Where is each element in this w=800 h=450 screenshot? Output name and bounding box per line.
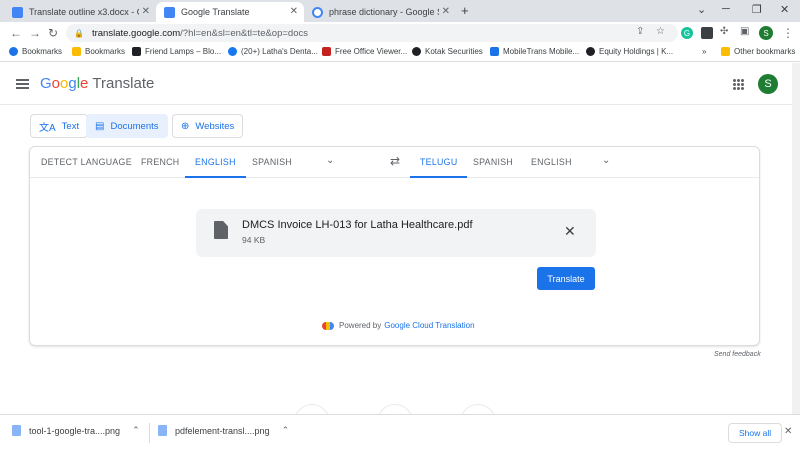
- chevron-down-icon[interactable]: ⌄: [326, 155, 334, 166]
- account-avatar[interactable]: S: [758, 74, 778, 94]
- translate-icon: [164, 6, 175, 18]
- translate-button[interactable]: Translate: [537, 267, 595, 290]
- address-bar[interactable]: 🔒 translate.google.com/?hl=en&sl=en&tl=t…: [66, 24, 678, 42]
- mode-documents-button[interactable]: ▤ Documents: [86, 114, 168, 138]
- mobiletrans-icon: [490, 47, 499, 56]
- minimize-icon[interactable]: ─: [722, 3, 730, 15]
- tab-strip: Translate outline x3.docx - Google ✕ Goo…: [0, 0, 800, 22]
- downloads-shelf: tool-1-google-tra....png ⌃ pdfelement-tr…: [0, 414, 800, 450]
- apps-grid-icon[interactable]: [733, 79, 744, 90]
- remove-file-icon[interactable]: ✕: [564, 223, 576, 240]
- language-bar: DETECT LANGUAGE FRENCH ENGLISH SPANISH ⌄…: [30, 147, 759, 178]
- lamp-icon: [132, 47, 141, 56]
- tab-docs[interactable]: Translate outline x3.docx - Google ✕: [4, 2, 156, 22]
- app-header: Google Translate S: [0, 63, 800, 105]
- bookmark-item[interactable]: Free Office Viewer...: [322, 47, 407, 56]
- logo-letter: g: [68, 75, 77, 92]
- chevron-down-icon[interactable]: ⌄: [602, 155, 610, 166]
- google-cloud-icon: [322, 321, 334, 330]
- google-icon: [312, 6, 323, 18]
- source-lang-spanish[interactable]: SPANISH: [242, 147, 302, 178]
- logo-letter: G: [40, 75, 52, 92]
- uploaded-file-card: DMCS Invoice LH-013 for Latha Healthcare…: [196, 209, 596, 257]
- profile-avatar[interactable]: S: [759, 26, 773, 40]
- bookmark-item[interactable]: MobileTrans Mobile...: [490, 47, 579, 56]
- bookmark-item[interactable]: Bookmarks: [9, 47, 62, 56]
- chevron-up-icon[interactable]: ⌃: [132, 425, 140, 436]
- google-translate-logo[interactable]: Google Translate: [40, 75, 154, 92]
- show-all-button[interactable]: Show all: [728, 423, 783, 443]
- kotak-icon: [412, 47, 421, 56]
- close-icon[interactable]: ✕: [784, 426, 792, 437]
- back-icon[interactable]: ←: [10, 26, 22, 40]
- close-icon[interactable]: ✕: [142, 6, 150, 17]
- chevron-down-icon[interactable]: ⌄: [697, 3, 706, 16]
- star-icon[interactable]: ☆: [656, 26, 665, 37]
- bookmarks-bar: Bookmarks Bookmarks Friend Lamps – Blo..…: [0, 44, 800, 62]
- download-item[interactable]: pdfelement-transl....png ⌃: [158, 425, 289, 436]
- document-icon: ▤: [95, 120, 105, 132]
- google-cloud-translation-link[interactable]: Google Cloud Translation: [384, 321, 474, 330]
- close-icon[interactable]: ✕: [290, 6, 298, 17]
- equity-icon: [586, 47, 595, 56]
- lock-icon: 🔒: [74, 28, 84, 38]
- divider: [149, 423, 150, 443]
- bookmark-item[interactable]: Equity Holdings | K...: [586, 47, 673, 56]
- restore-icon[interactable]: ❐: [752, 3, 762, 16]
- tab-google-translate[interactable]: Google Translate ✕: [156, 2, 304, 22]
- globe-icon: ⊕: [181, 120, 190, 132]
- download-item[interactable]: tool-1-google-tra....png ⌃: [12, 425, 140, 436]
- grammarly-icon[interactable]: G: [681, 27, 693, 39]
- target-lang-telugu[interactable]: TELUGU: [410, 147, 468, 178]
- tab-google-search[interactable]: phrase dictionary - Google Search ✕: [304, 2, 456, 22]
- logo-letter: o: [51, 75, 61, 92]
- forward-icon[interactable]: →: [29, 26, 41, 40]
- image-file-icon: [12, 425, 21, 436]
- translate-text-icon: 文A: [39, 122, 56, 134]
- office-icon: [322, 47, 331, 56]
- folder-icon: [721, 47, 730, 56]
- bookmarks-overflow[interactable]: »: [702, 47, 706, 56]
- sidepanel-icon[interactable]: ▣: [740, 26, 749, 37]
- star-icon: [9, 47, 18, 56]
- page-scrollbar[interactable]: [792, 63, 800, 414]
- file-size: 94 KB: [242, 235, 266, 245]
- logo-letter: e: [80, 75, 89, 92]
- bookmark-item-other[interactable]: Other bookmarks: [721, 47, 795, 56]
- new-tab-icon[interactable]: +: [461, 3, 469, 18]
- bookmark-item[interactable]: Kotak Securities: [412, 47, 483, 56]
- close-icon[interactable]: ✕: [442, 6, 450, 17]
- target-lang-spanish[interactable]: SPANISH: [463, 147, 523, 178]
- bookmark-item[interactable]: Bookmarks: [72, 47, 125, 56]
- extension-icon[interactable]: [701, 27, 713, 39]
- google-wordmark: Google: [40, 75, 88, 92]
- source-lang-detect[interactable]: DETECT LANGUAGE: [31, 147, 142, 178]
- powered-by: Powered by Google Cloud Translation: [322, 321, 475, 330]
- swap-languages-icon[interactable]: ⇄: [390, 154, 400, 168]
- mode-websites-button[interactable]: ⊕ Websites: [172, 114, 244, 138]
- window-close-icon[interactable]: ✕: [780, 3, 789, 16]
- send-feedback-link[interactable]: Send feedback: [714, 351, 761, 358]
- menu-icon[interactable]: [16, 79, 29, 89]
- facebook-icon: [228, 47, 237, 56]
- docs-icon: [12, 6, 23, 18]
- file-icon: [214, 221, 228, 239]
- source-lang-french[interactable]: FRENCH: [131, 147, 189, 178]
- more-icon[interactable]: ⋮: [782, 26, 794, 40]
- target-lang-english[interactable]: ENGLISH: [521, 147, 582, 178]
- browser-toolbar: ← → ↻ 🔒 translate.google.com/?hl=en&sl=e…: [0, 22, 800, 44]
- source-lang-english[interactable]: ENGLISH: [185, 147, 246, 178]
- translator-card: DETECT LANGUAGE FRENCH ENGLISH SPANISH ⌄…: [29, 146, 760, 346]
- bookmark-item[interactable]: (20+) Latha's Denta...: [228, 47, 318, 56]
- image-file-icon: [158, 425, 167, 436]
- reload-icon[interactable]: ↻: [48, 26, 58, 40]
- file-name: DMCS Invoice LH-013 for Latha Healthcare…: [242, 219, 473, 231]
- bookmark-item[interactable]: Friend Lamps – Blo...: [132, 47, 221, 56]
- folder-icon: [72, 47, 81, 56]
- share-icon[interactable]: ⇪: [636, 26, 644, 37]
- chevron-up-icon[interactable]: ⌃: [282, 425, 290, 436]
- puzzle-icon[interactable]: ✣: [720, 26, 728, 37]
- mode-text-button[interactable]: 文A Text: [30, 114, 89, 138]
